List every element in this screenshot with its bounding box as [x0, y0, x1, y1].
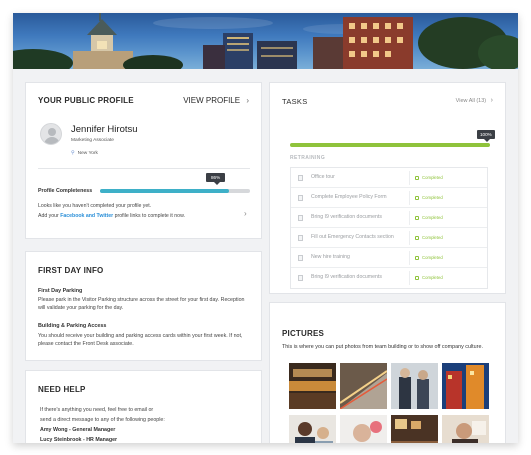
- view-profile-label: VIEW PROFILE: [183, 96, 241, 105]
- chevron-right-icon: ›: [246, 96, 249, 105]
- task-name: Bring I9 verification documents: [311, 214, 382, 220]
- parking-text: Please park in the Visitor Parking struc…: [38, 297, 245, 312]
- profile-job-title: Marketing Associate: [71, 138, 114, 143]
- divider: [409, 171, 410, 185]
- pictures-card: PICTURES This is where you can put photo…: [269, 302, 506, 443]
- task-status-label: Completed: [422, 195, 443, 200]
- task-name: Office tour: [311, 174, 335, 180]
- task-status: Completed: [415, 175, 443, 180]
- help-text-line2: send a direct message to any of the foll…: [40, 417, 165, 423]
- task-status-label: Completed: [422, 275, 443, 280]
- completeness-label: Profile Completeness: [38, 188, 93, 194]
- photo-thumbnail[interactable]: [289, 415, 336, 443]
- tasks-progress-bar: [290, 143, 490, 147]
- completeness-progress-fill: [100, 189, 229, 193]
- task-status: Completed: [415, 275, 443, 280]
- task-row[interactable]: New hire training Completed: [291, 248, 487, 268]
- profile-location-text: New York: [77, 151, 98, 156]
- photo-thumbnail[interactable]: [340, 415, 387, 443]
- contact-general-manager[interactable]: Amy Wong - General Manager: [40, 427, 115, 433]
- access-text: You should receive your building and par…: [38, 333, 243, 348]
- completeness-percent-tag: 86%: [206, 173, 226, 185]
- task-status: Completed: [415, 195, 443, 200]
- note-prefix: Add your: [38, 213, 61, 219]
- divider: [409, 251, 410, 265]
- check-icon: [415, 256, 419, 260]
- task-list: Office tour Completed Complete Employee Po…: [290, 167, 488, 289]
- task-name: Complete Employee Policy Form: [311, 194, 387, 200]
- note-suffix: profile links to complete it now.: [113, 213, 185, 219]
- task-row[interactable]: Complete Employee Policy Form Completed: [291, 188, 487, 208]
- completeness-progress-bar: [100, 189, 250, 193]
- first-day-info-card: FIRST DAY INFO First Day Parking Please …: [25, 251, 262, 361]
- check-icon: [415, 196, 419, 200]
- chevron-right-icon[interactable]: ›: [244, 209, 247, 218]
- task-row[interactable]: Bring I9 verification documents Completed: [291, 268, 487, 288]
- task-status-label: Completed: [422, 175, 443, 180]
- photo-thumbnail[interactable]: [289, 363, 336, 409]
- divider: [38, 168, 250, 169]
- contact-hr-manager[interactable]: Lucy Steinbrook - HR Manager: [40, 437, 117, 443]
- task-checkbox[interactable]: [298, 195, 303, 201]
- divider: [409, 231, 410, 245]
- task-checkbox[interactable]: [298, 275, 303, 281]
- need-help-heading: NEED HELP: [38, 385, 86, 394]
- check-icon: [415, 276, 419, 280]
- tasks-card: TASKS View All (13) › 100% RETRAINING Of…: [269, 82, 506, 294]
- task-checkbox[interactable]: [298, 255, 303, 261]
- divider: [409, 211, 410, 225]
- view-all-label: View All (13): [455, 98, 487, 104]
- task-row[interactable]: Office tour Completed: [291, 168, 487, 188]
- task-name: Fill out Emergency Contacts section: [311, 234, 394, 240]
- task-name: Bring I9 verification documents: [311, 274, 382, 280]
- profile-location: ⚲ New York: [71, 150, 98, 156]
- task-checkbox[interactable]: [298, 235, 303, 241]
- divider: [409, 191, 410, 205]
- location-pin-icon: ⚲: [71, 150, 75, 156]
- task-status: Completed: [415, 215, 443, 220]
- social-links-link[interactable]: Facebook and Twitter: [60, 213, 113, 219]
- app-frame: YOUR PUBLIC PROFILE VIEW PROFILE › Jenni…: [13, 13, 518, 443]
- task-row[interactable]: Fill out Emergency Contacts section Compl…: [291, 228, 487, 248]
- help-text-line1: If there's anything you need, feel free …: [40, 407, 154, 413]
- access-heading: Building & Parking Access: [38, 323, 107, 329]
- profile-incomplete-note: Looks like you haven't completed your pr…: [38, 203, 152, 209]
- avatar: [40, 123, 62, 145]
- tasks-progress-tag: 100%: [477, 130, 495, 142]
- profile-card: YOUR PUBLIC PROFILE VIEW PROFILE › Jenni…: [25, 82, 262, 239]
- profile-heading: YOUR PUBLIC PROFILE: [38, 96, 134, 105]
- pictures-description: This is where you can put photos from te…: [282, 344, 483, 350]
- task-status-label: Completed: [422, 235, 443, 240]
- first-day-heading: FIRST DAY INFO: [38, 266, 104, 275]
- check-icon: [415, 236, 419, 240]
- view-profile-link[interactable]: VIEW PROFILE ›: [183, 96, 249, 105]
- photo-thumbnail[interactable]: [391, 363, 438, 409]
- profile-links-note: Add your Facebook and Twitter profile li…: [38, 212, 185, 220]
- pictures-heading: PICTURES: [282, 329, 325, 338]
- task-status: Completed: [415, 235, 443, 240]
- check-icon: [415, 216, 419, 220]
- task-status: Completed: [415, 255, 443, 260]
- header-banner-image: [13, 13, 518, 69]
- task-row[interactable]: Bring I9 verification documents Completed: [291, 208, 487, 228]
- parking-heading: First Day Parking: [38, 288, 83, 294]
- photo-thumbnail[interactable]: [340, 363, 387, 409]
- chevron-right-icon: ›: [490, 97, 493, 104]
- check-icon: [415, 176, 419, 180]
- profile-name: Jennifer Hirotsu: [71, 124, 138, 135]
- task-name: New hire training: [311, 254, 350, 260]
- photo-thumbnail[interactable]: [391, 415, 438, 443]
- tasks-section-label: RETRAINING: [290, 155, 326, 161]
- need-help-card: NEED HELP If there's anything you need, …: [25, 370, 262, 443]
- photo-thumbnail[interactable]: [442, 363, 489, 409]
- task-status-label: Completed: [422, 215, 443, 220]
- task-checkbox[interactable]: [298, 215, 303, 221]
- task-status-label: Completed: [422, 255, 443, 260]
- task-checkbox[interactable]: [298, 175, 303, 181]
- photo-thumbnail[interactable]: [442, 415, 489, 443]
- divider: [409, 271, 410, 285]
- view-all-tasks-link[interactable]: View All (13) ›: [456, 97, 493, 104]
- tasks-heading: TASKS: [282, 97, 308, 106]
